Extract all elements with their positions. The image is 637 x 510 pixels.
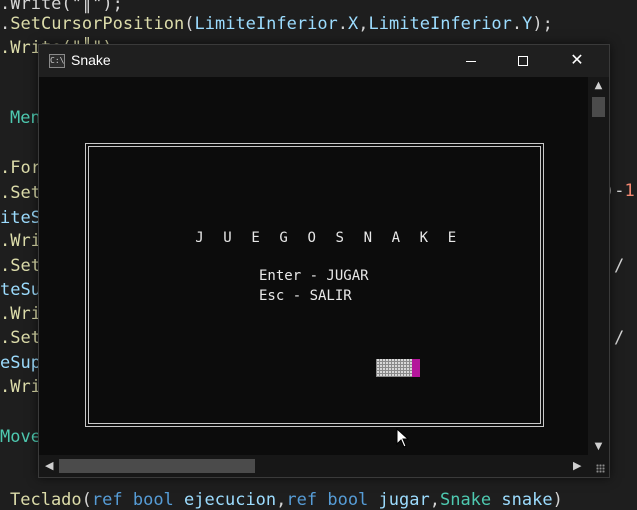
code-line: .Set xyxy=(0,256,41,276)
game-border xyxy=(85,143,544,427)
console-screen[interactable]: J U E G O S N A K E Enter - JUGAR Esc - … xyxy=(39,77,588,455)
code-line: .Wri xyxy=(0,231,41,251)
code-line: .Set xyxy=(0,328,41,348)
vertical-scroll-thumb[interactable] xyxy=(592,97,605,117)
console-app-icon: C:\ xyxy=(49,54,65,68)
window-title: Snake xyxy=(71,52,111,68)
horizontal-scrollbar[interactable]: ◀ ▶ xyxy=(39,455,588,477)
snake-head xyxy=(412,359,420,377)
vertical-scrollbar[interactable]: ▲ ▼ xyxy=(588,77,609,455)
code-line: iteS xyxy=(0,208,41,228)
game-border-inner xyxy=(88,146,541,424)
console-window[interactable]: C:\ Snake ✕ J U E G O S N A K E Enter - … xyxy=(38,44,610,478)
minimize-button[interactable] xyxy=(448,45,494,77)
chevron-right-icon[interactable]: ▶ xyxy=(573,459,581,472)
game-title: J U E G O S N A K E xyxy=(195,230,462,246)
code-line: .Write("║"); xyxy=(0,0,123,14)
maximize-icon xyxy=(518,56,528,66)
close-icon: ✕ xyxy=(570,50,584,69)
code-line: teSu xyxy=(0,280,41,300)
code-line: .Set xyxy=(0,183,41,203)
close-button[interactable]: ✕ xyxy=(554,45,600,77)
code-line: .Wri xyxy=(0,377,41,397)
resize-grip[interactable] xyxy=(588,455,609,477)
mouse-cursor-icon xyxy=(396,428,410,448)
maximize-button[interactable] xyxy=(500,45,546,77)
resize-grip-icon xyxy=(596,464,605,473)
minimize-icon xyxy=(466,61,476,62)
chevron-left-icon[interactable]: ◀ xyxy=(45,459,53,472)
code-line: eSup xyxy=(0,353,41,373)
code-line: .SetCursorPosition(LimiteInferior.X,Limi… xyxy=(0,14,553,34)
code-line: .Wri xyxy=(0,304,41,324)
title-bar[interactable]: C:\ Snake ✕ xyxy=(39,45,609,77)
code-line: Men xyxy=(10,108,41,128)
chevron-down-icon[interactable]: ▼ xyxy=(588,441,609,452)
code-line: Move xyxy=(0,427,41,447)
code-line: .For xyxy=(0,158,41,178)
code-line: / xyxy=(614,256,625,276)
menu-item-play: Enter - JUGAR xyxy=(259,268,369,284)
snake-body xyxy=(376,359,412,377)
menu-item-exit: Esc - SALIR xyxy=(259,288,352,304)
horizontal-scroll-thumb[interactable] xyxy=(59,459,255,473)
chevron-up-icon[interactable]: ▲ xyxy=(588,80,609,91)
code-line: / xyxy=(614,328,625,348)
code-line: Teclado(ref bool ejecucion,ref bool juga… xyxy=(10,490,563,510)
